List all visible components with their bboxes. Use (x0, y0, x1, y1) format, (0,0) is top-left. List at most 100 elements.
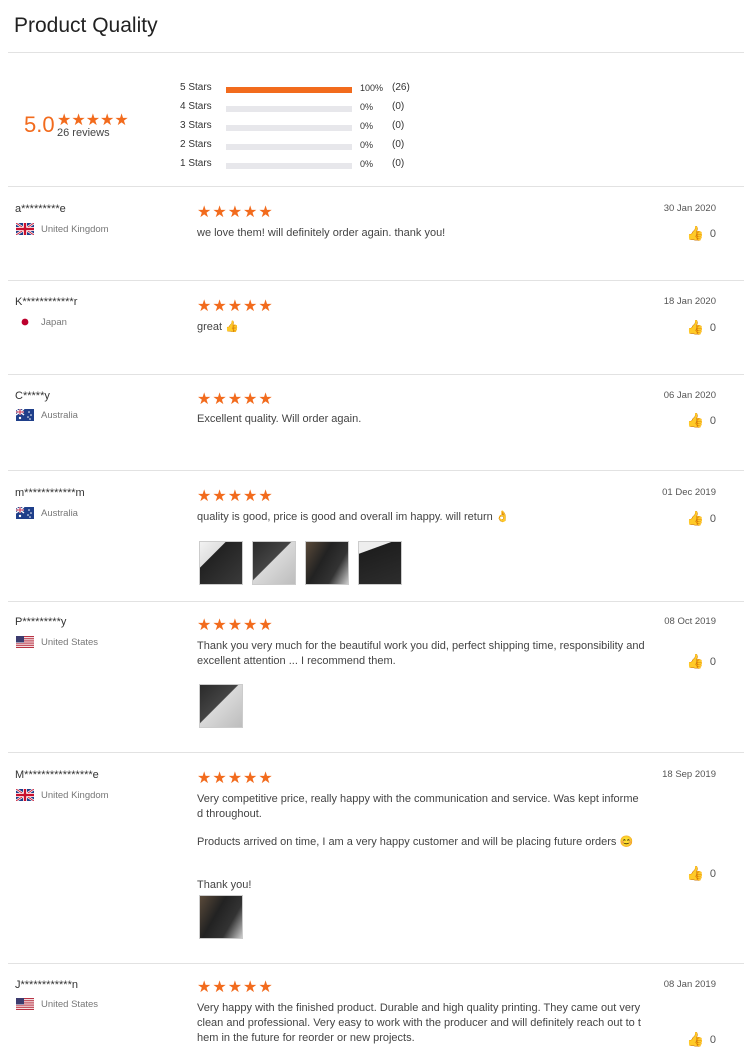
thumbs-up-icon: 👍 (686, 225, 704, 241)
like-count: 0 (709, 321, 716, 334)
star-icon: ★ (243, 204, 259, 221)
review-text: Thank you very much for the beautiful wo… (197, 640, 645, 667)
like-button[interactable]: 👍 0 (686, 1031, 716, 1048)
star-icon: ★ (243, 298, 259, 315)
review-stars: ★★★★★ (197, 615, 274, 635)
star-icon: ★ (243, 770, 259, 787)
divider (8, 752, 744, 753)
reviewer-country: Australia (16, 409, 78, 421)
star-icon: ★ (258, 979, 274, 996)
rating-row-percent: 0% (360, 159, 374, 169)
star-icon: ★ (227, 979, 244, 996)
divider (8, 963, 744, 964)
like-button[interactable]: 👍 0 (686, 653, 716, 670)
star-icon: ★ (227, 391, 244, 408)
review-text: we love them! will definitely order agai… (197, 227, 446, 239)
review-text: Very competitive price, really happy wit… (197, 793, 639, 820)
star-icon: ★ (212, 298, 228, 315)
star-icon: ★ (197, 770, 213, 787)
star-icon: ★ (258, 298, 274, 315)
rating-row-count: (0) (392, 158, 405, 169)
page-title: Product Quality (14, 14, 158, 37)
flag-us-icon (16, 998, 34, 1010)
reviewer-name: K************r (15, 296, 78, 308)
star-icon: ★ (243, 391, 259, 408)
review-date: 30 Jan 2020 (663, 203, 716, 214)
reviewer-country-name: United States (41, 636, 99, 648)
rating-bar-track (226, 106, 352, 112)
rating-row-label: 1 Stars (180, 158, 212, 169)
review-date: 18 Jan 2020 (663, 296, 716, 307)
reviews-count: 26 reviews (57, 127, 110, 139)
star-icon: ★ (258, 617, 274, 634)
divider (8, 601, 744, 602)
reviewer-country-name: United States (41, 998, 99, 1010)
like-button[interactable]: 👍 0 (686, 319, 716, 336)
flag-au-icon (16, 507, 34, 519)
star-icon: ★ (197, 391, 213, 408)
star-icon: ★ (197, 617, 213, 634)
rating-bar-fill (226, 87, 352, 93)
reviewer-country-name: United Kingdom (41, 789, 109, 801)
rating-bar-track (226, 144, 352, 150)
star-icon: ★ (258, 204, 274, 221)
star-icon: ★ (227, 204, 244, 221)
like-button[interactable]: 👍 0 (686, 225, 716, 242)
rating-row-count: (0) (392, 139, 405, 150)
star-icon: ★ (197, 298, 213, 315)
review-stars: ★★★★★ (197, 768, 274, 788)
divider (8, 186, 744, 187)
rating-row-percent: 100% (360, 83, 384, 93)
star-icon: ★ (258, 488, 274, 505)
star-icon: ★ (243, 617, 259, 634)
rating-row-percent: 0% (360, 121, 374, 131)
review-photo[interactable] (199, 541, 243, 585)
review-text: great 👍 (197, 321, 239, 333)
divider (8, 470, 744, 471)
flag-uk-icon (16, 789, 34, 801)
star-icon: ★ (227, 617, 244, 634)
divider (8, 374, 744, 375)
review-photo[interactable] (199, 684, 243, 728)
star-icon: ★ (212, 979, 228, 996)
reviewer-country-name: Australia (41, 507, 78, 519)
reviewer-name: M****************e (15, 769, 99, 781)
rating-row-count: (0) (392, 101, 405, 112)
review-photo[interactable] (305, 541, 349, 585)
review-stars: ★★★★★ (197, 977, 274, 997)
reviewer-country: United Kingdom (16, 789, 109, 801)
reviewer-name: P*********y (15, 616, 67, 628)
reviewer-country-name: United Kingdom (41, 223, 109, 235)
review-photo[interactable] (252, 541, 296, 585)
star-icon: ★ (227, 488, 244, 505)
rating-row-percent: 0% (360, 140, 374, 150)
thumbs-up-icon: 👍 (686, 865, 704, 881)
rating-row-label: 5 Stars (180, 82, 212, 93)
rating-row-label: 2 Stars (180, 139, 212, 150)
like-button[interactable]: 👍 0 (686, 412, 716, 429)
star-icon: ★ (227, 298, 244, 315)
review-photo[interactable] (199, 895, 243, 939)
star-icon: ★ (212, 488, 228, 505)
review-photo[interactable] (358, 541, 402, 585)
like-button[interactable]: 👍 0 (686, 865, 716, 882)
star-icon: ★ (212, 770, 228, 787)
like-count: 0 (709, 227, 716, 240)
average-score: 5.0 (24, 112, 55, 137)
rating-row-count: (26) (392, 82, 410, 93)
reviewer-country-name: Australia (41, 409, 78, 421)
review-text: Thank you! (197, 879, 252, 891)
like-count: 0 (709, 512, 716, 525)
star-icon: ★ (197, 204, 213, 221)
reviewer-name: a*********e (15, 203, 66, 215)
review-stars: ★★★★★ (197, 389, 274, 409)
review-date: 08 Oct 2019 (664, 616, 716, 627)
review-stars: ★★★★★ (197, 202, 274, 222)
reviewer-name: J************n (15, 979, 78, 991)
rating-row-label: 3 Stars (180, 120, 212, 131)
rating-row-percent: 0% (360, 102, 374, 112)
like-button[interactable]: 👍 0 (686, 510, 716, 527)
rating-row-count: (0) (392, 120, 405, 131)
review-date: 08 Jan 2019 (663, 979, 716, 990)
star-icon: ★ (212, 391, 228, 408)
